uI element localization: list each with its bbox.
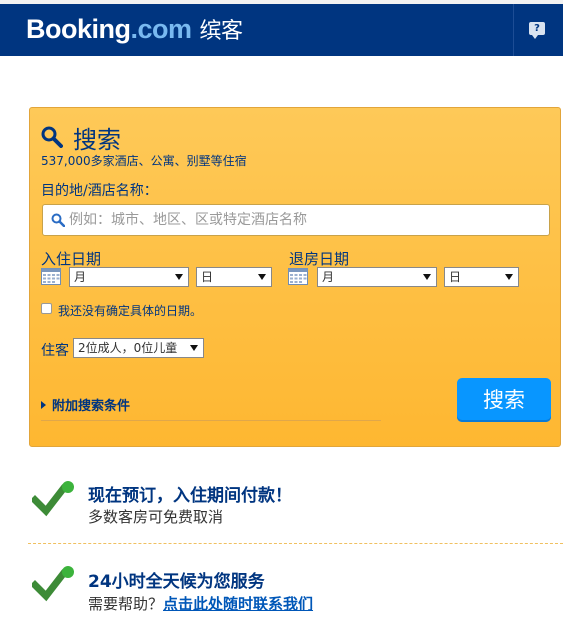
feature-text-free-cancel: 多数客房可免费取消 [88,508,224,526]
caret-right-icon [41,401,46,409]
contact-us-link[interactable]: 点击此处随时联系我们 [163,595,313,613]
no-dates-checkbox[interactable] [41,303,52,314]
destination-label: 目的地/酒店名称： [41,183,158,199]
search-title: 搜索 [73,126,121,154]
search-divider [41,420,381,421]
chevron-down-icon [258,274,266,280]
search-subtitle: 537,000多家酒店、公寓、别墅等住宿 [41,154,247,168]
magnifier-icon [51,213,65,227]
search-button[interactable]: 搜索 [457,378,551,422]
feature-text-help: 需要帮助？点击此处随时联系我们 [88,593,313,614]
guests-label: 住客 [41,343,69,359]
guests-value: 2位成人，0位儿童 [78,341,178,355]
feature-title-pay-later: 现在预订，入住期间付款！ [88,486,292,506]
brand-tld: .com [130,14,193,44]
checkin-month-value: 月 [74,270,87,284]
extra-search-label: 附加搜索条件 [52,399,131,414]
checkmark-icon [32,481,74,517]
chevron-down-icon [505,274,513,280]
feature-title-support: 24小时全天候为您服务 [88,572,265,592]
checkout-day-select[interactable]: 日 [444,267,519,287]
help-question: 需要帮助？ [88,595,164,613]
brand-name: Booking [26,14,131,44]
brand-cn: 缤客 [199,19,244,44]
search-icon [41,126,63,148]
feature-divider [28,543,563,544]
checkout-day-value: 日 [449,270,462,284]
chevron-down-icon [190,345,198,351]
checkin-calendar-icon[interactable] [41,268,61,285]
destination-input[interactable] [69,209,539,231]
checkout-month-select[interactable]: 月 [317,267,437,287]
header-divider [513,4,514,56]
checkin-day-value: 日 [201,270,214,284]
site-header: Booking.com 缤客 [0,4,563,56]
checkin-label: 入住日期 [41,250,102,268]
guests-select[interactable]: 2位成人，0位儿童 [73,338,204,358]
checkin-month-select[interactable]: 月 [69,267,189,287]
chevron-down-icon [423,274,431,280]
checkin-day-select[interactable]: 日 [196,267,272,287]
checkmark-icon [32,566,74,602]
checkout-month-value: 月 [322,270,335,284]
checkout-calendar-icon[interactable] [288,268,308,285]
search-panel: 搜索 537,000多家酒店、公寓、别墅等住宿 目的地/酒店名称： 入住日期 月… [29,107,561,447]
chevron-down-icon [175,274,183,280]
checkout-label: 退房日期 [289,250,350,268]
help-chat-icon[interactable]: ? [529,22,545,39]
destination-field[interactable] [42,204,550,236]
booking-logo[interactable]: Booking.com 缤客 [26,13,243,45]
extra-search-link[interactable]: 附加搜索条件 [41,395,130,414]
no-dates-label: 我还没有确定具体的日期。 [58,304,203,318]
